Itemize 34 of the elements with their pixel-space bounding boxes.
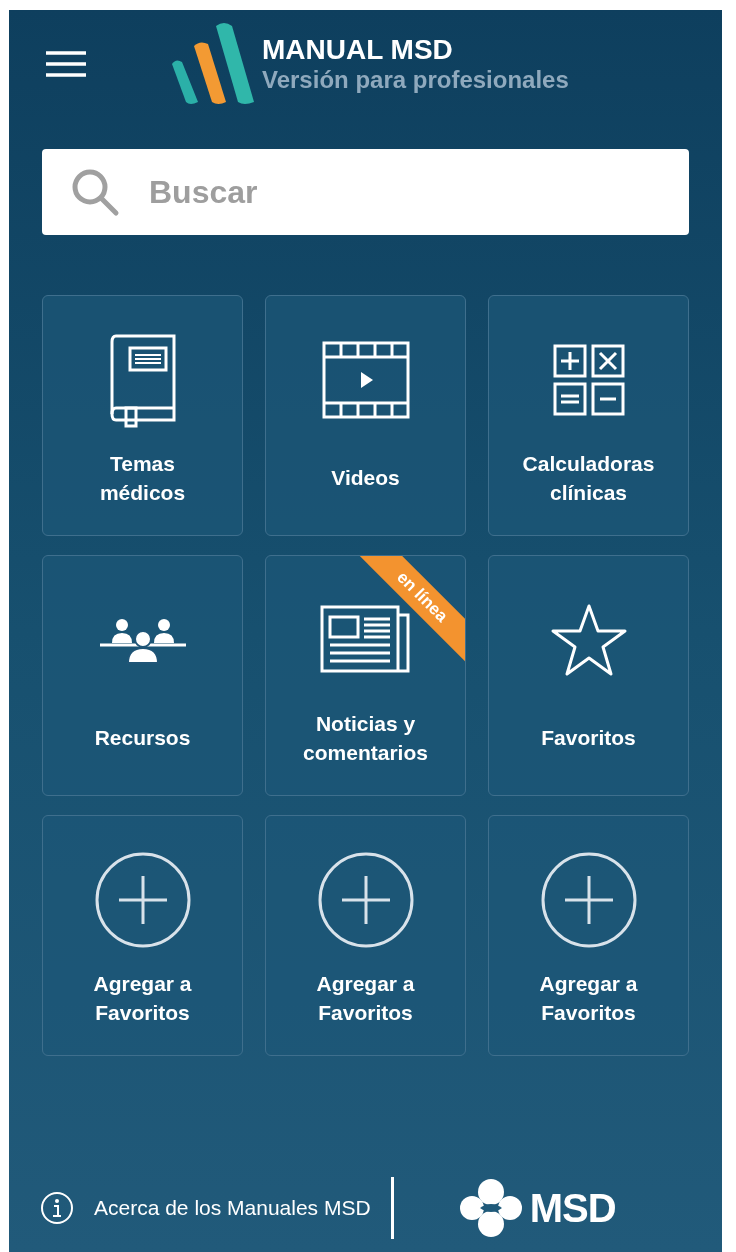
tile-label: Recursos <box>93 725 192 751</box>
tile-label: Agregar a Favoritos <box>538 970 639 1026</box>
app-subtitle: Versión para profesionales <box>262 68 569 92</box>
menu-tile[interactable]: Temas médicos <box>42 295 243 536</box>
plus-circle-icon <box>94 852 191 948</box>
tile-label: Agregar a Favoritos <box>92 970 193 1026</box>
menu-tile[interactable]: Agregar a Favoritos <box>265 815 466 1056</box>
tile-label: Videos <box>330 465 401 491</box>
tile-label: Noticias y comentarios <box>302 710 429 766</box>
tile-label: Temas médicos <box>98 450 187 506</box>
tile-label: Calculadoras clínicas <box>521 450 656 506</box>
calculator-icon <box>552 344 625 416</box>
menu-tile[interactable]: Agregar a Favoritos <box>42 815 243 1056</box>
tile-label: Agregar a Favoritos <box>315 970 416 1026</box>
plus-circle-icon <box>540 852 637 948</box>
msd-logo-icon <box>459 1178 522 1238</box>
menu-icon[interactable] <box>46 51 86 77</box>
film-icon <box>321 341 410 419</box>
about-link[interactable]: Acerca de los Manuales MSD <box>94 1192 371 1224</box>
newspaper-icon <box>319 605 412 675</box>
menu-tile[interactable]: Videos <box>265 295 466 536</box>
plus-circle-icon <box>317 852 414 948</box>
menu-tile[interactable]: Agregar a Favoritos <box>488 815 689 1056</box>
search-field[interactable]: Buscar <box>42 149 689 235</box>
search-icon <box>70 167 120 217</box>
tile-label: Favoritos <box>540 725 637 751</box>
info-icon <box>40 1191 74 1225</box>
brand-name: MSD <box>529 1185 616 1232</box>
menu-tile[interactable]: Calculadoras clínicas <box>488 295 689 536</box>
menu-tile[interactable]: Favoritos <box>488 555 689 796</box>
logo-icon <box>170 22 256 106</box>
star-icon <box>549 603 628 677</box>
menu-tile[interactable]: Recursos <box>42 555 243 796</box>
app-title: MANUAL MSD <box>262 36 454 64</box>
